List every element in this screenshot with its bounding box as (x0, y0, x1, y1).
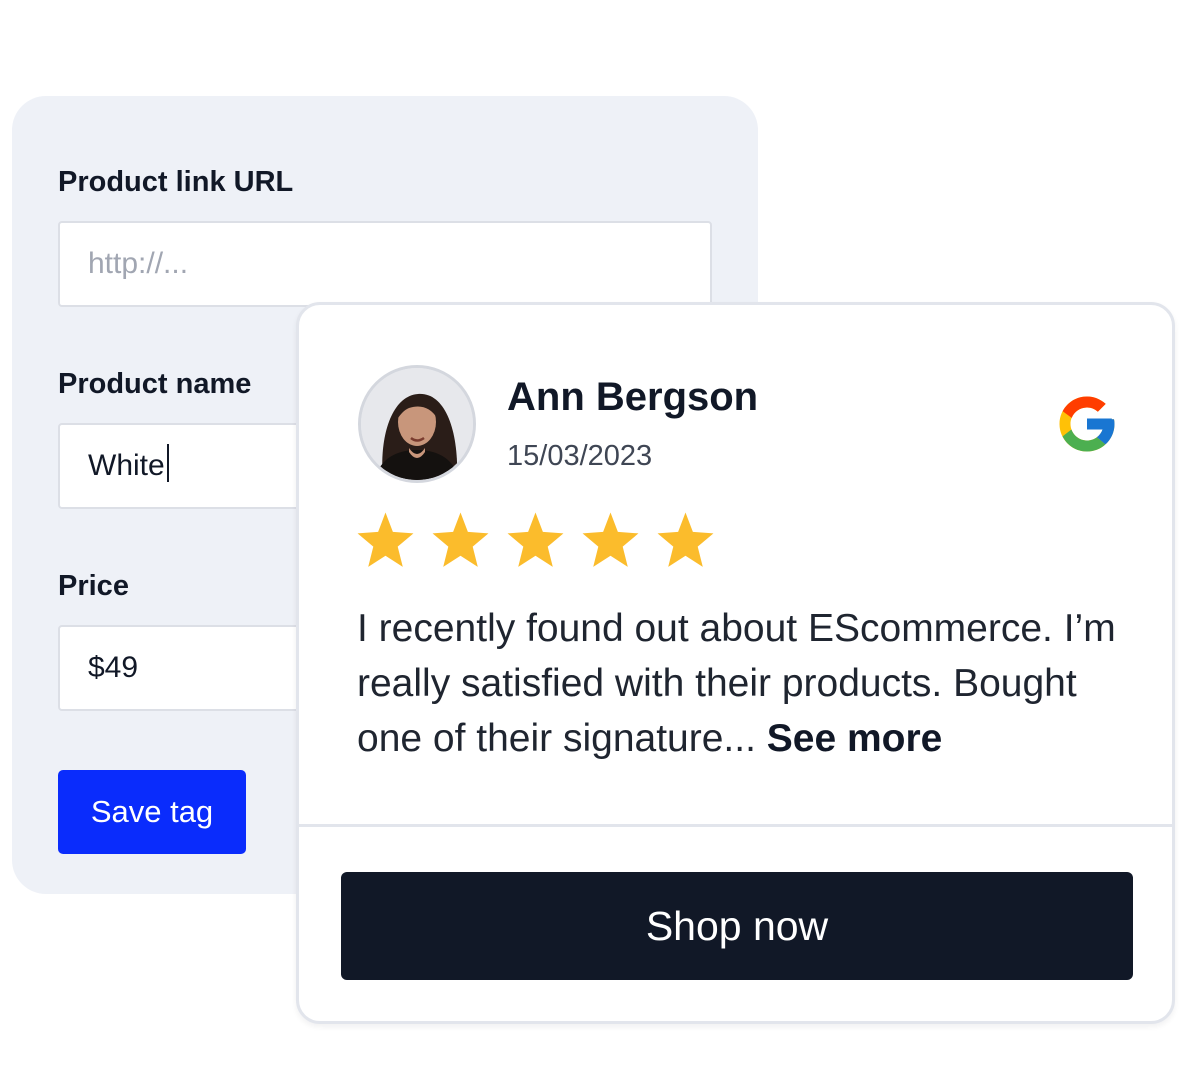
review-text: I recently found out about EScommerce. I… (357, 601, 1147, 766)
google-icon (1059, 396, 1115, 452)
review-body: I recently found out about EScommerce. I… (357, 607, 1116, 760)
shop-now-button[interactable]: Shop now (341, 872, 1133, 980)
star-rating (355, 510, 716, 571)
product-name-label: Product name (58, 368, 252, 400)
star-icon (582, 512, 639, 567)
star-icon (432, 512, 489, 567)
see-more-link[interactable]: See more (767, 717, 943, 760)
review-card: Ann Bergson 15/03/2023 I recently found … (296, 302, 1175, 1024)
text-caret (166, 444, 169, 482)
star-icon (657, 512, 714, 567)
star-icon (507, 512, 564, 567)
avatar (358, 365, 476, 483)
save-tag-button[interactable]: Save tag (58, 770, 246, 854)
review-date: 15/03/2023 (507, 440, 653, 472)
divider (299, 824, 1172, 827)
price-label: Price (58, 570, 129, 602)
product-name-value: White (88, 449, 165, 482)
star-icon (357, 512, 414, 567)
product-url-input[interactable]: http://... (58, 221, 712, 307)
product-url-label: Product link URL (58, 166, 294, 198)
reviewer-name: Ann Bergson (507, 375, 759, 419)
